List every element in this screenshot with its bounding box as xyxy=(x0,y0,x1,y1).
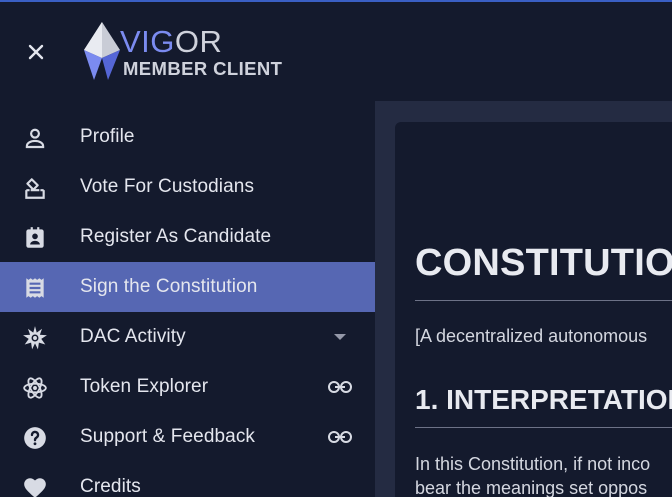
sidebar-item-label: Sign the Constitution xyxy=(80,276,258,297)
section-heading: 1. INTERPRETATION xyxy=(415,384,672,415)
ballot-icon xyxy=(22,175,48,201)
sidebar-item-label: Vote For Custodians xyxy=(80,176,255,197)
sidebar: VIGOR MEMBER CLIENT Profile Vote For Cus… xyxy=(0,2,375,497)
heart-icon xyxy=(22,475,48,497)
sidebar-item-label: Credits xyxy=(80,476,141,497)
page-title: CONSTITUTION xyxy=(415,242,672,284)
close-icon xyxy=(28,44,44,60)
section-divider xyxy=(415,427,672,428)
sidebar-item-label: Register As Candidate xyxy=(80,226,272,247)
help-icon xyxy=(22,425,48,451)
atom-icon xyxy=(22,375,48,401)
badge-icon xyxy=(22,225,48,251)
section-paragraph-line: In this Constitution, if not inco xyxy=(415,454,651,474)
logo-subtitle: MEMBER CLIENT xyxy=(123,58,283,79)
close-button[interactable] xyxy=(22,38,50,66)
sidebar-item-dac-activity[interactable]: DAC Activity xyxy=(0,312,375,362)
constitution-document: CONSTITUTION [A decentralized autonomous… xyxy=(395,122,672,497)
app-logo: VIGOR MEMBER CLIENT xyxy=(80,20,290,84)
sidebar-item-label: Profile xyxy=(80,126,135,147)
logo-title-accent: VIG xyxy=(120,24,175,59)
sidebar-item-profile[interactable]: Profile xyxy=(0,112,375,162)
sidebar-item-token-explorer[interactable]: Token Explorer xyxy=(0,362,375,412)
sidebar-item-vote-for-custodians[interactable]: Vote For Custodians xyxy=(0,162,375,212)
sidebar-item-register-as-candidate[interactable]: Register As Candidate xyxy=(0,212,375,262)
title-divider xyxy=(415,300,672,301)
sidebar-item-sign-the-constitution[interactable]: Sign the Constitution xyxy=(0,262,375,312)
sidebar-item-label: Support & Feedback xyxy=(80,426,256,447)
logo-title: VIGOR xyxy=(120,24,222,60)
intro-text: [A decentralized autonomous xyxy=(415,326,648,346)
document-icon xyxy=(22,275,48,301)
chevron-down-icon[interactable] xyxy=(326,325,354,349)
logo-title-rest: OR xyxy=(174,24,223,59)
section-paragraph-line: bear the meanings set oppos xyxy=(415,478,648,497)
person-icon xyxy=(22,125,48,151)
sidebar-nav: Profile Vote For Custodians Register As … xyxy=(0,112,375,497)
starburst-icon xyxy=(22,325,48,351)
link-icon[interactable] xyxy=(326,375,354,399)
diamond-logo-icon xyxy=(84,22,120,80)
sidebar-item-credits[interactable]: Credits xyxy=(0,462,375,497)
sidebar-item-label: DAC Activity xyxy=(80,326,186,347)
sidebar-item-label: Token Explorer xyxy=(80,376,209,397)
link-icon[interactable] xyxy=(326,425,354,449)
sidebar-item-support-feedback[interactable]: Support & Feedback xyxy=(0,412,375,462)
